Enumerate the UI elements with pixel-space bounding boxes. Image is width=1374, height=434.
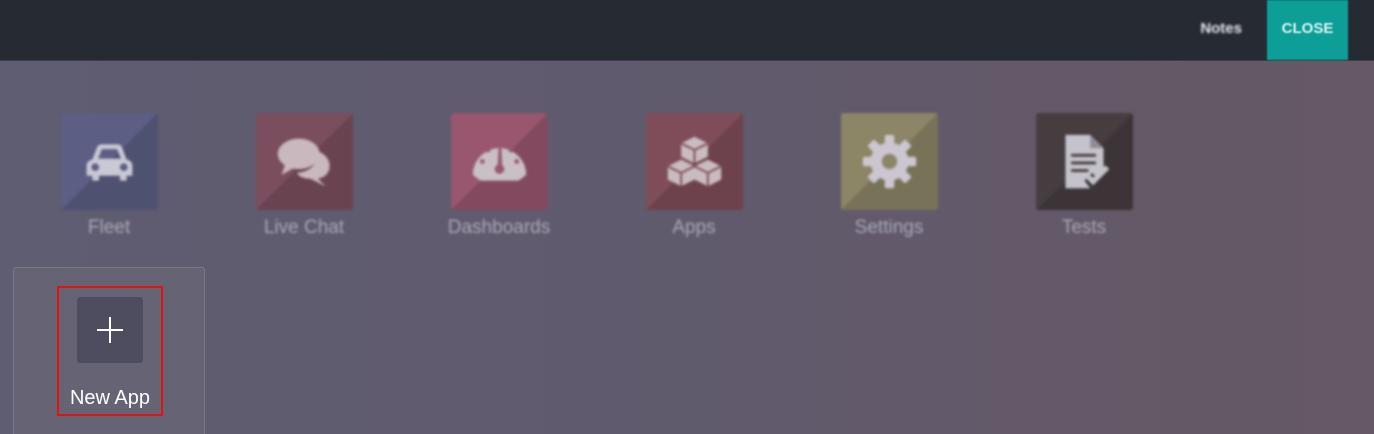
app-tests[interactable]: Tests bbox=[1009, 113, 1159, 243]
app-settings-tile bbox=[840, 113, 938, 210]
app-live-chat-tile bbox=[255, 113, 353, 210]
new-app-button[interactable]: New App bbox=[57, 286, 163, 416]
speedometer-icon bbox=[472, 147, 526, 181]
app-fleet-tile bbox=[60, 113, 158, 210]
app-dashboards-tile bbox=[450, 113, 548, 210]
new-app-label: New App bbox=[69, 387, 151, 409]
car-icon bbox=[86, 144, 132, 181]
app-apps[interactable]: Apps bbox=[619, 113, 769, 243]
app-tests-label: Tests bbox=[1061, 217, 1107, 238]
app-settings[interactable]: Settings bbox=[814, 113, 964, 243]
plus-icon bbox=[97, 317, 123, 343]
gear-icon bbox=[862, 134, 916, 189]
app-apps-label: Apps bbox=[672, 217, 716, 238]
app-dashboards-label: Dashboards bbox=[447, 217, 551, 238]
app-settings-label: Settings bbox=[854, 217, 924, 238]
app-fleet-label: Fleet bbox=[87, 217, 131, 238]
new-app-tile bbox=[77, 297, 143, 363]
app-tests-tile bbox=[1035, 113, 1133, 210]
app-grid: Fleet Live Chat Dashboards Apps Settings… bbox=[0, 0, 1374, 434]
app-live-chat[interactable]: Live Chat bbox=[229, 113, 379, 243]
cubes-icon bbox=[666, 136, 722, 187]
app-live-chat-label: Live Chat bbox=[263, 217, 345, 238]
document-check-icon bbox=[1064, 134, 1109, 189]
app-fleet[interactable]: Fleet bbox=[34, 113, 184, 243]
app-apps-tile bbox=[645, 113, 743, 210]
app-dashboards[interactable]: Dashboards bbox=[424, 113, 574, 243]
chat-bubbles-icon bbox=[277, 138, 330, 187]
